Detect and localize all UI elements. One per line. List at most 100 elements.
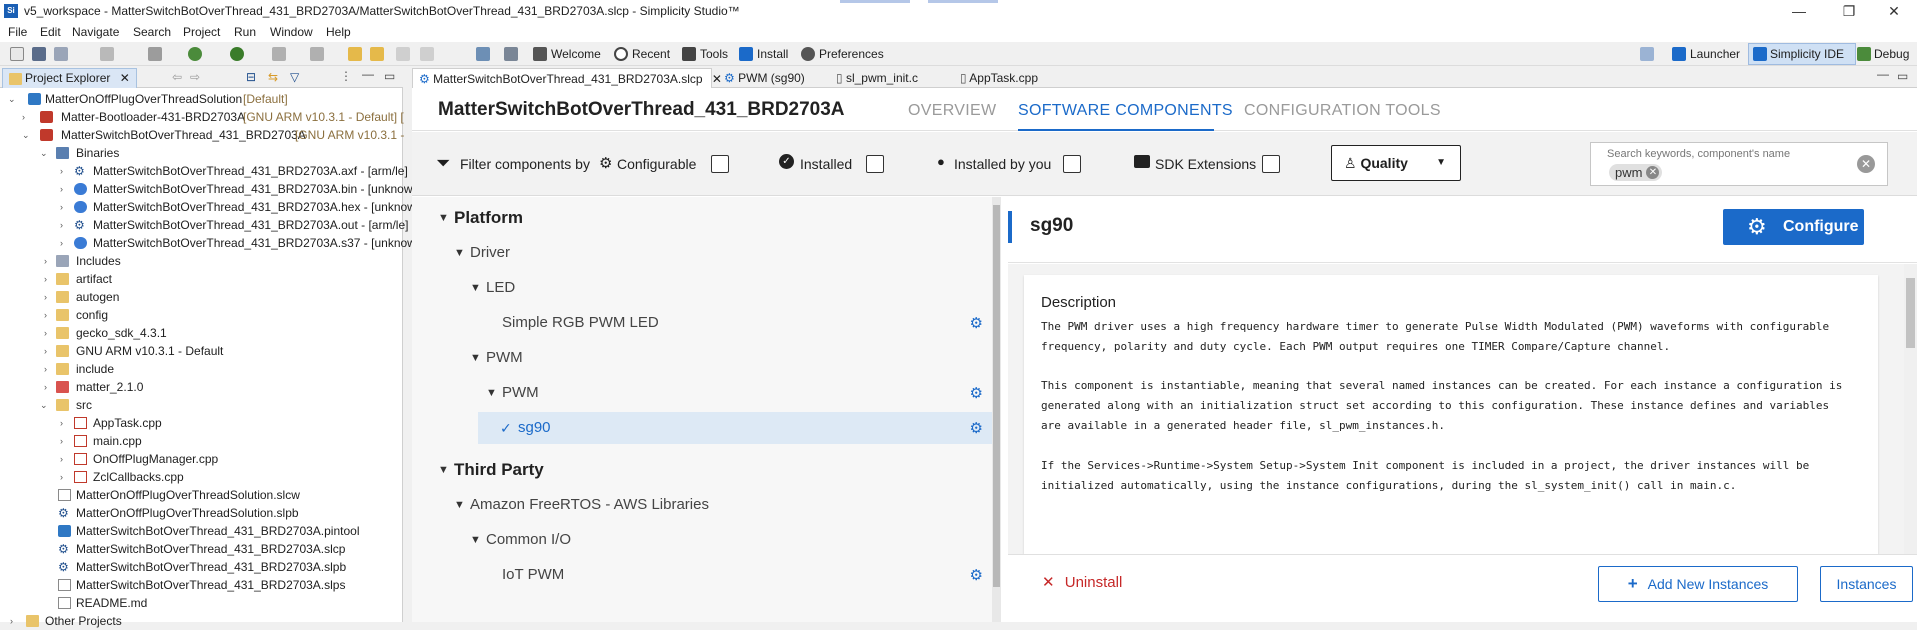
collapse-icon[interactable]: › [60,216,70,234]
debug-icon[interactable] [188,47,202,61]
tree-node-pwm-sub[interactable]: ▼ PWM ⚙ [412,377,992,409]
tree-leaf-sg90[interactable]: ✓ sg90 ⚙ [478,412,992,444]
link-editor-icon[interactable]: ⇆ [268,70,278,84]
expand-icon[interactable]: ▼ [470,272,481,304]
wrench-icon[interactable] [148,47,162,61]
configurable-checkbox[interactable] [711,155,729,173]
expand-icon[interactable]: ▼ [470,342,481,374]
configurable-gear-icon[interactable]: ⚙ [970,421,983,436]
expand-icon[interactable]: ⌄ [40,144,50,162]
configure-button[interactable]: ⚙ Configure [1723,209,1864,245]
simplicity-ide-perspective[interactable]: Simplicity IDE [1770,47,1844,61]
close-icon[interactable]: ✕ [120,71,130,85]
component-tree-scrollbar[interactable] [992,197,1001,622]
instances-button[interactable]: Instances [1820,566,1913,602]
back-arrow-icon[interactable] [348,47,362,61]
uninstall-button[interactable]: ✕ Uninstall [1042,573,1122,591]
chip-remove-icon[interactable]: ✕ [1646,166,1660,179]
add-new-instances-button[interactable]: + Add New Instances [1598,566,1798,602]
collapse-icon[interactable]: › [44,342,54,360]
collapse-icon[interactable]: › [44,378,54,396]
menu-project[interactable]: Project [183,25,220,39]
menu-search[interactable]: Search [133,25,171,39]
recent-link[interactable]: Recent [632,47,670,61]
download-icon[interactable] [739,47,753,61]
tab-software-components[interactable]: SOFTWARE COMPONENTS [1018,102,1233,120]
tab-pwm-sg90[interactable]: ⚙ PWM (sg90) [718,68,824,88]
tab-apptask[interactable]: ▯ AppTask.cpp [954,68,1064,88]
tab-slcp[interactable]: ⚙ MatterSwitchBotOverThread_431_BRD2703A… [412,68,722,88]
collapse-icon[interactable]: › [44,360,54,378]
expand-icon[interactable]: ▼ [486,377,497,409]
installed-checkbox[interactable] [866,155,884,173]
new-icon[interactable] [10,47,24,61]
grid-icon[interactable] [504,47,518,61]
menu-run[interactable]: Run [234,25,256,39]
launcher-perspective[interactable]: Launcher [1690,47,1740,61]
collapse-icon[interactable]: › [60,468,70,486]
tree-node-common-io[interactable]: ▼ Common I/O [412,524,992,556]
menu-edit[interactable]: Edit [40,25,61,39]
quality-dropdown[interactable]: ♙ Quality ▼ [1331,145,1461,181]
step-icon[interactable] [272,47,286,61]
collapse-icon[interactable]: › [44,306,54,324]
installed-by-you-checkbox[interactable] [1063,155,1081,173]
tree-category-platform[interactable]: ▼ Platform [412,202,992,234]
tools-grid-icon[interactable] [682,47,696,61]
close-button[interactable]: ✕ [1871,0,1917,22]
tab-sl-pwm-init[interactable]: ▯ sl_pwm_init.c [830,68,952,88]
open-perspective-right-icon[interactable] [1640,47,1654,61]
minimize-button[interactable]: — [1776,0,1822,22]
minimize-view-icon[interactable]: — [362,67,374,81]
minimize-view-icon[interactable]: — [1877,67,1889,81]
tree-leaf-iot-pwm[interactable]: IoT PWM ⚙ [412,559,992,591]
description-scrollbar[interactable] [1904,264,1917,554]
collapse-icon[interactable]: › [44,252,54,270]
collapse-icon[interactable]: › [10,612,20,630]
save-icon[interactable] [32,47,46,61]
tree-category-third-party[interactable]: ▼ Third Party [412,454,992,486]
expand-icon[interactable]: ⌄ [22,126,32,144]
component-search[interactable]: Search keywords, component's name pwm ✕ … [1590,142,1888,186]
welcome-link[interactable]: Welcome [551,47,601,61]
tools-link[interactable]: Tools [700,47,728,61]
maximize-view-icon[interactable]: ▭ [1897,69,1908,83]
menu-window[interactable]: Window [270,25,313,39]
menu-file[interactable]: File [8,25,27,39]
scrollbar-thumb[interactable] [993,205,1000,587]
nav-forward-icon[interactable] [420,47,434,61]
collapse-icon[interactable]: › [60,414,70,432]
expand-icon[interactable]: ▼ [454,237,465,269]
forward-arrow-icon[interactable] [370,47,384,61]
configurable-gear-icon[interactable]: ⚙ [970,316,983,331]
menu-navigate[interactable]: Navigate [72,25,119,39]
collapse-icon[interactable]: › [60,234,70,252]
collapse-all-icon[interactable]: ⊟ [246,70,256,84]
scrollbar-thumb[interactable] [1906,278,1915,348]
sdk-extensions-checkbox[interactable] [1262,155,1280,173]
tree-node-pwm[interactable]: ▼ PWM [412,342,992,374]
bug-icon[interactable] [1857,47,1871,61]
tab-configuration-tools[interactable]: CONFIGURATION TOOLS [1244,102,1441,120]
expand-icon[interactable]: ⌄ [40,396,50,414]
view-menu-icon[interactable]: ⋮ [340,69,352,83]
collapse-icon[interactable]: › [60,432,70,450]
preferences-link[interactable]: Preferences [819,47,884,61]
collapse-icon[interactable]: › [22,108,32,126]
expand-icon[interactable]: ⌄ [8,90,18,108]
expand-icon[interactable]: ▼ [470,524,481,556]
open-perspective-icon[interactable] [476,47,490,61]
menu-help[interactable]: Help [326,25,351,39]
tab-overview[interactable]: OVERVIEW [908,102,996,120]
back-icon[interactable]: ⇦ [172,70,182,84]
expand-icon[interactable]: ▼ [438,454,449,486]
filter-icon[interactable]: ▽ [290,70,299,84]
debug-perspective[interactable]: Debug [1874,47,1909,61]
tree-node-driver[interactable]: ▼ Driver [412,237,992,269]
collapse-icon[interactable]: › [44,270,54,288]
build-icon[interactable] [100,47,114,61]
tree-leaf-simple-rgb-pwm-led[interactable]: Simple RGB PWM LED ⚙ [412,307,992,339]
configurable-gear-icon[interactable]: ⚙ [970,386,983,401]
expand-icon[interactable]: ▼ [454,489,465,521]
configurable-gear-icon[interactable]: ⚙ [970,568,983,583]
